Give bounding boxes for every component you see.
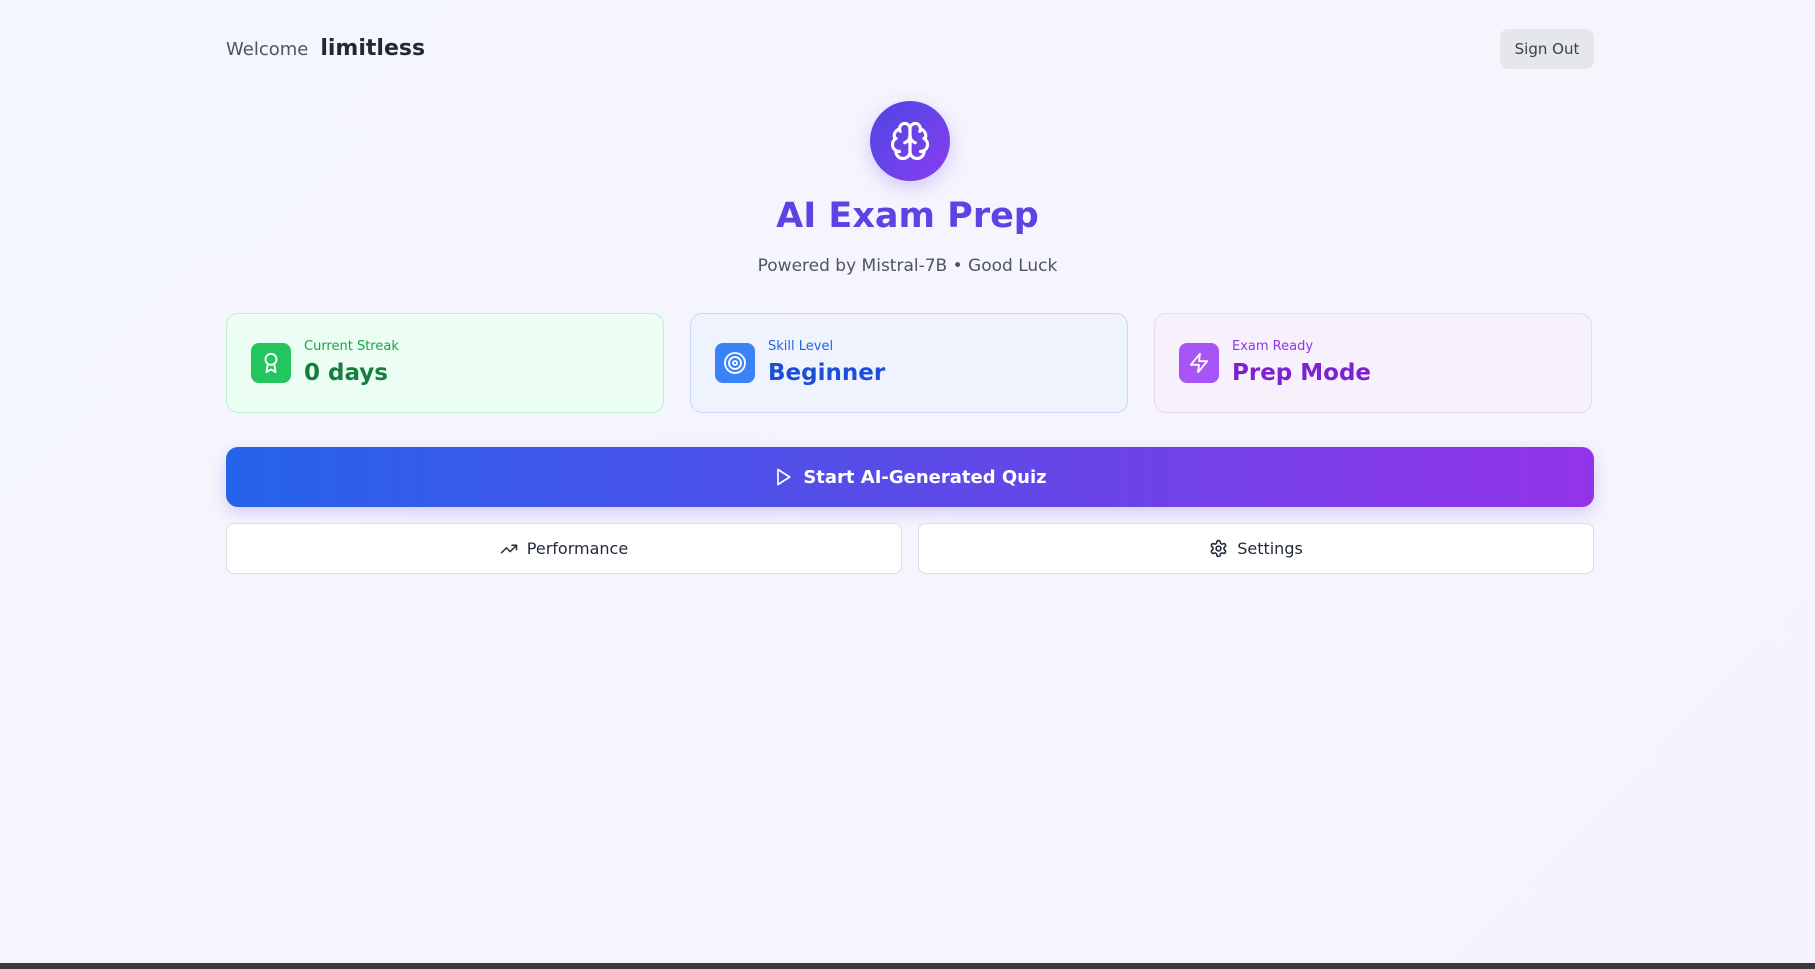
stat-value: Beginner — [768, 360, 886, 386]
stat-label: Skill Level — [768, 339, 834, 354]
skill-level-card: Skill Level Beginner — [690, 313, 1128, 413]
exam-ready-card: Exam Ready Prep Mode — [1154, 313, 1592, 413]
start-quiz-label: Start AI-Generated Quiz — [803, 466, 1047, 488]
current-streak-card: Current Streak 0 days — [226, 313, 664, 413]
welcome-banner: Welcome limitless — [226, 36, 425, 62]
performance-button[interactable]: Performance — [226, 523, 902, 574]
stat-label: Exam Ready — [1232, 339, 1314, 354]
award-icon — [251, 343, 291, 383]
stat-value: Prep Mode — [1232, 360, 1372, 386]
settings-label: Settings — [1237, 539, 1303, 558]
zap-icon — [1179, 343, 1219, 383]
start-quiz-button[interactable]: Start AI-Generated Quiz — [226, 447, 1594, 507]
stat-value: 0 days — [304, 360, 388, 386]
trending-up-icon — [500, 540, 518, 558]
sign-out-button[interactable]: Sign Out — [1500, 29, 1594, 69]
brain-icon — [870, 101, 950, 181]
settings-button[interactable]: Settings — [918, 523, 1594, 574]
gear-icon — [1209, 539, 1228, 558]
stat-label: Current Streak — [304, 339, 399, 354]
play-icon — [773, 467, 793, 487]
welcome-label: Welcome — [226, 39, 309, 60]
username: limitless — [320, 36, 426, 61]
app-page: Welcome limitless Sign Out AI Exam Prep … — [0, 0, 1815, 963]
performance-label: Performance — [526, 539, 629, 558]
page-subtitle: Powered by Mistral-7B • Good Luck — [757, 256, 1058, 276]
page-title: AI Exam Prep — [776, 196, 1039, 236]
bottom-edge-bar — [0, 963, 1815, 969]
target-icon — [715, 343, 755, 383]
